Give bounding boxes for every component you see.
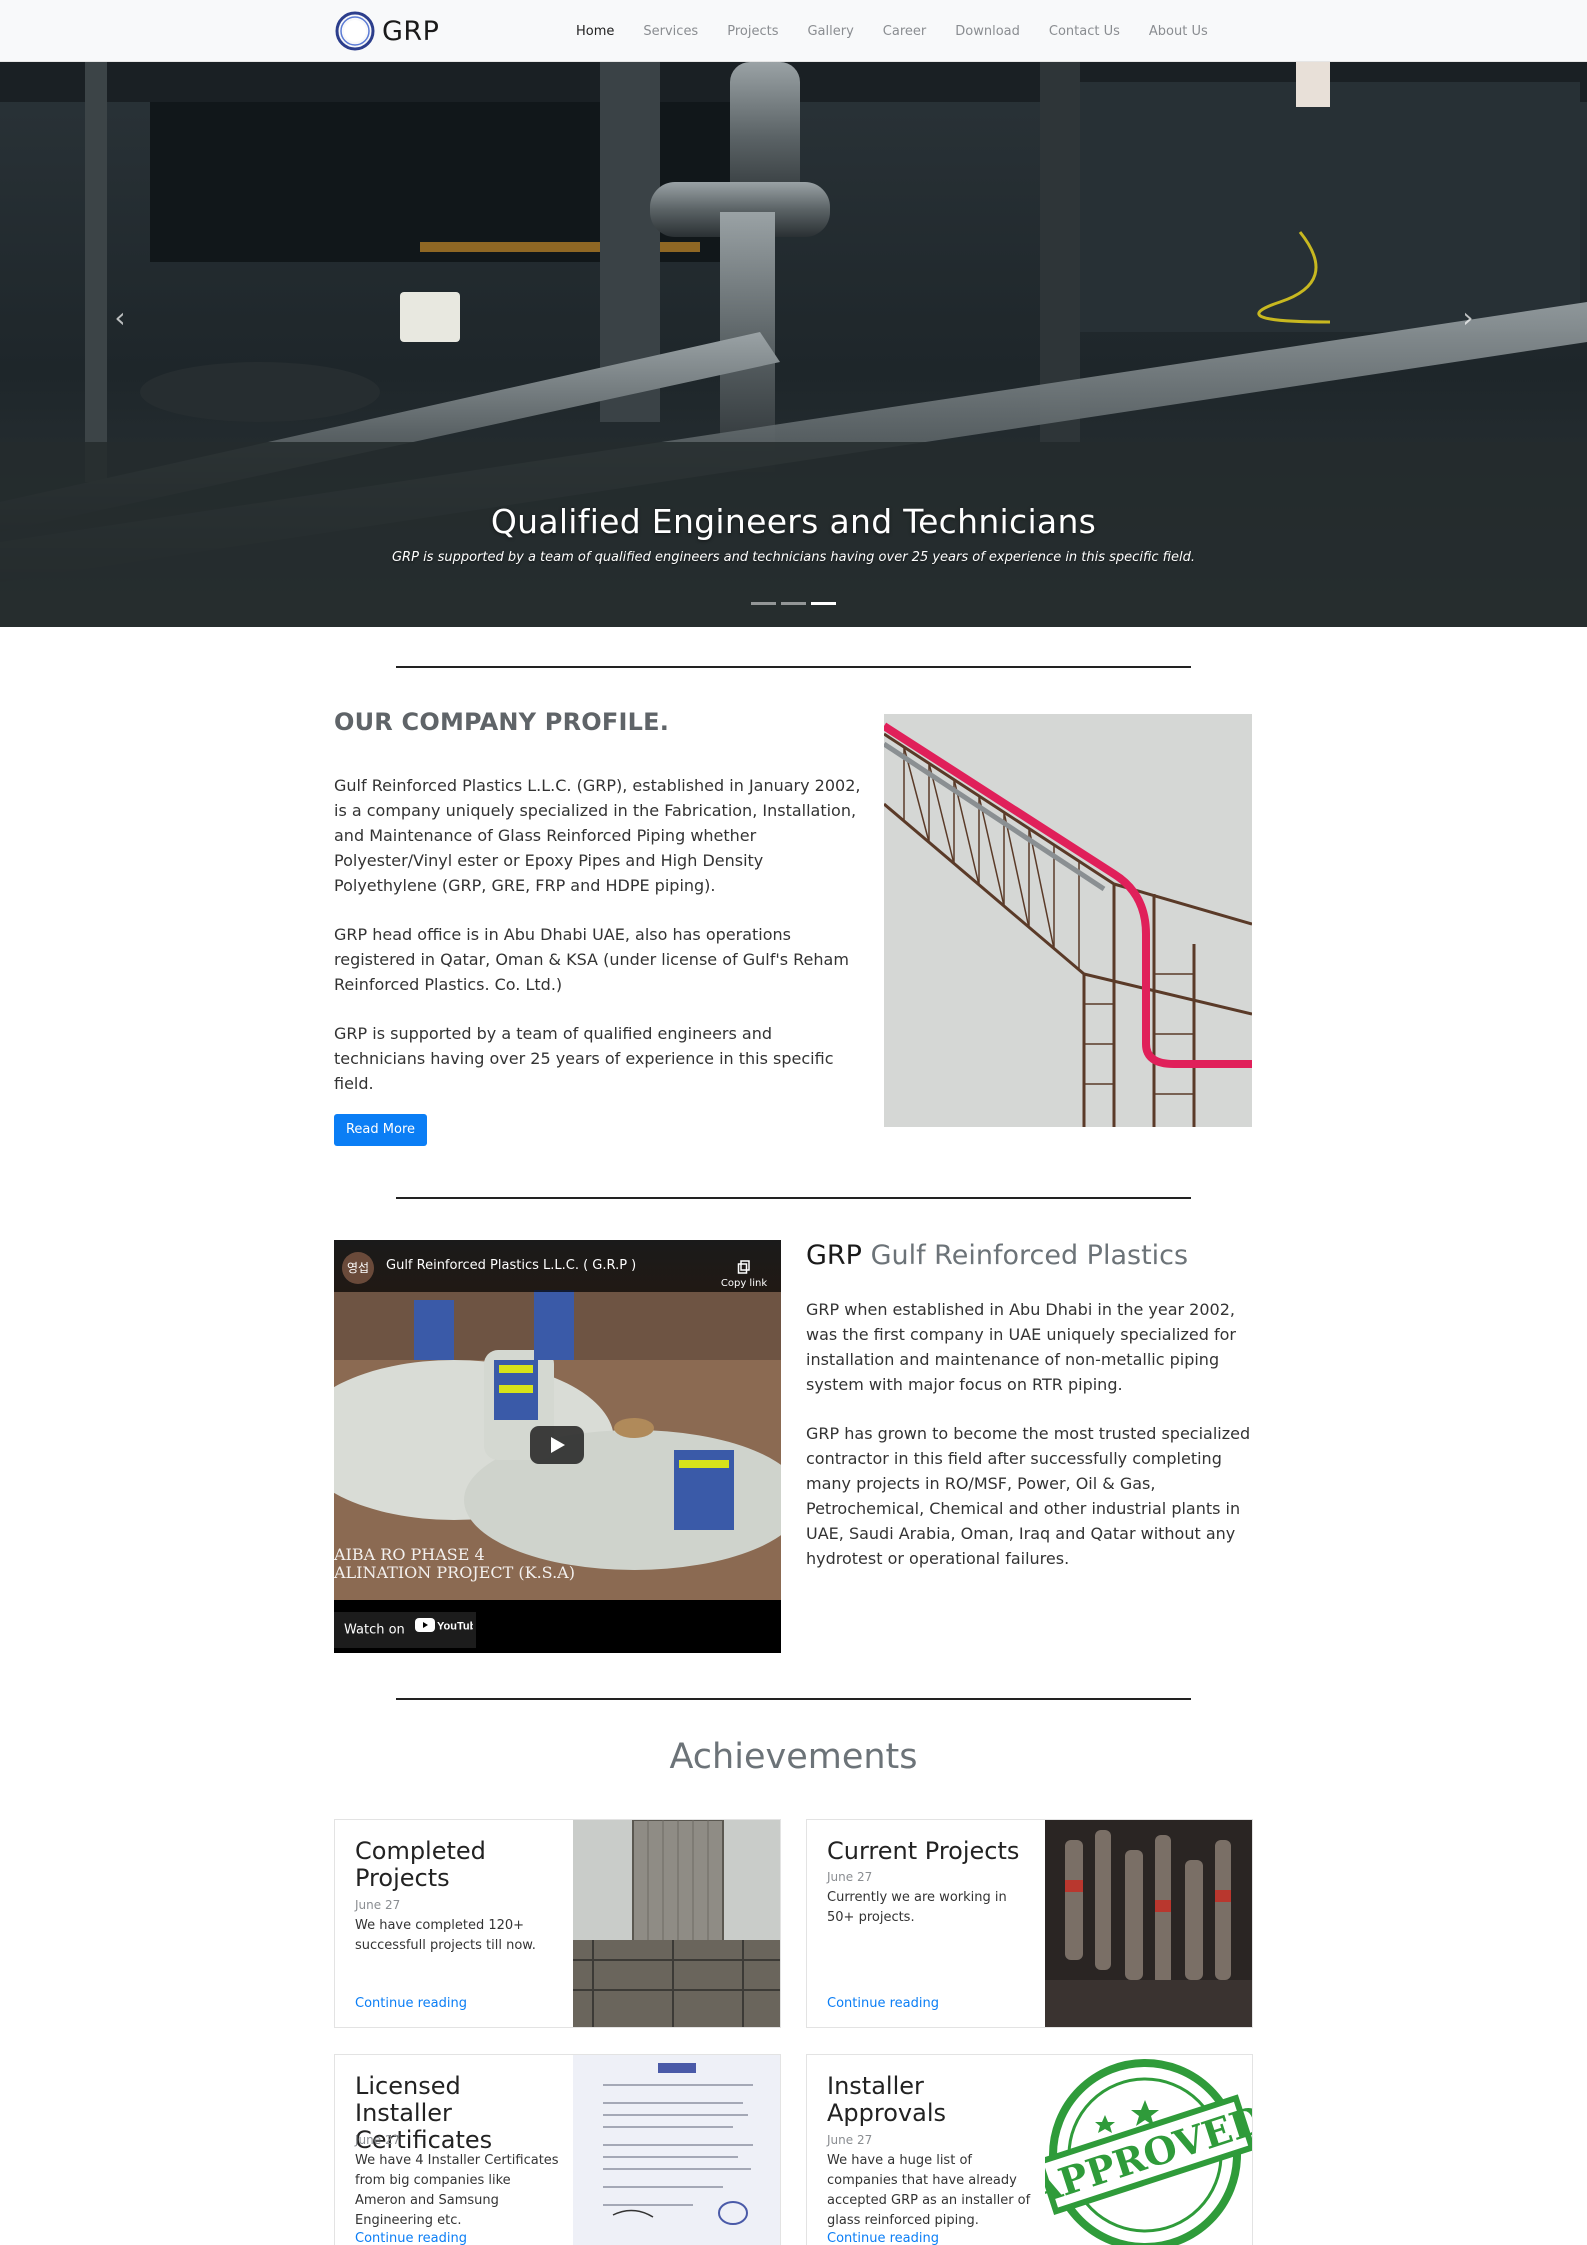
continue-reading-link[interactable]: Continue reading [827, 1996, 939, 2011]
card-date: June 27 [355, 1898, 401, 1912]
profile-heading: OUR COMPANY PROFILE. [334, 708, 670, 736]
card-image [573, 2055, 780, 2245]
card-text: Currently we are working in 50+ projects… [827, 1890, 1007, 1925]
profile-paragraph: GRP is supported by a team of qualified … [334, 1024, 834, 1093]
play-button[interactable] [530, 1426, 584, 1464]
hero-caption: GRP is supported by a team of qualified … [391, 550, 1196, 565]
about-text: GRP when established in Abu Dhabi in the… [806, 1297, 1252, 1595]
continue-reading-link[interactable]: Continue reading [355, 1996, 467, 2011]
about-heading: GRP Gulf Reinforced Plastics [806, 1240, 1188, 1271]
copy-link-label: Copy link [720, 1278, 768, 1289]
achievements-heading: Achievements [669, 1737, 918, 1777]
achievement-card-certificates: Licensed Installer Certificates June 27 … [334, 2054, 781, 2245]
card-text: We have completed 120+ successfull proje… [355, 1918, 536, 1953]
overlay-line: ALINATION PROJECT (K.S.A) [334, 1563, 575, 1582]
hero-background-image [0, 62, 1587, 627]
nav-career[interactable]: Career [883, 24, 926, 39]
section-divider [396, 666, 1191, 668]
continue-reading-link[interactable]: Continue reading [355, 2231, 467, 2245]
channel-avatar[interactable]: 영섭 [342, 1252, 374, 1284]
youtube-video-embed[interactable]: 영섭 Gulf Reinforced Plastics L.L.C. ( G.R… [334, 1240, 781, 1653]
card-image [1045, 1820, 1252, 2027]
profile-paragraph: Gulf Reinforced Plastics L.L.C. (GRP), e… [334, 776, 861, 895]
carousel-next-button[interactable]: › [1448, 298, 1488, 338]
nav-home[interactable]: Home [576, 24, 614, 39]
achievement-card-current: Current Projects June 27 Currently we ar… [806, 1819, 1253, 2028]
profile-pipe-image [884, 714, 1252, 1127]
copy-icon [737, 1260, 750, 1274]
nav-about-us[interactable]: About Us [1149, 24, 1208, 39]
watch-on-youtube-button[interactable]: Watch on YouTube [334, 1612, 482, 1648]
card-date: June 27 [355, 2133, 401, 2147]
brand-name: GRP [382, 15, 440, 47]
navbar: GRP Home Services Projects Gallery Caree… [0, 0, 1587, 62]
about-paragraph: GRP has grown to become the most trusted… [806, 1424, 1251, 1568]
section-divider [396, 1197, 1191, 1199]
approved-stamp-image: APPROVED [1045, 2055, 1252, 2245]
carousel-indicators [751, 602, 841, 605]
card-title: Current Projects [827, 1837, 1020, 1865]
hero-title: Qualified Engineers and Technicians [490, 502, 1097, 541]
card-date: June 27 [827, 1870, 873, 1884]
brand[interactable]: GRP [334, 9, 439, 53]
card-text: We have a huge list of companies that ha… [827, 2153, 1031, 2228]
video-title[interactable]: Gulf Reinforced Plastics L.L.C. ( G.R.P … [386, 1258, 636, 1273]
carousel-indicator-2[interactable] [781, 602, 806, 605]
about-heading-bold: GRP [806, 1240, 862, 1271]
profile-text: Gulf Reinforced Plastics L.L.C. (GRP), e… [334, 773, 864, 1120]
profile-paragraph: GRP head office is in Abu Dhabi UAE, als… [334, 925, 849, 994]
about-heading-light: Gulf Reinforced Plastics [870, 1240, 1189, 1271]
section-divider [396, 1698, 1191, 1700]
carousel-indicator-1[interactable] [751, 602, 776, 605]
watch-on-label: Watch on [344, 1622, 405, 1638]
nav-contact-us[interactable]: Contact Us [1049, 24, 1120, 39]
video-overlay-text: AIBA RO PHASE 4 ALINATION PROJECT (K.S.A… [334, 1546, 575, 1582]
read-more-button[interactable]: Read More [334, 1114, 427, 1146]
card-title: Completed Projects [355, 1837, 486, 1892]
achievement-card-approvals: Installer Approvals June 27 We have a hu… [806, 2054, 1253, 2245]
youtube-logo-icon: YouTube [414, 1612, 482, 1648]
nav-menu: Home Services Projects Gallery Career Do… [576, 0, 1208, 62]
hero-carousel: ‹ › Qualified Engineers and Technicians … [0, 62, 1587, 627]
nav-services[interactable]: Services [643, 24, 698, 39]
carousel-prev-button[interactable]: ‹ [100, 298, 140, 338]
overlay-line: AIBA RO PHASE 4 [334, 1545, 485, 1564]
nav-download[interactable]: Download [955, 24, 1020, 39]
about-paragraph: GRP when established in Abu Dhabi in the… [806, 1300, 1236, 1394]
card-image [573, 1820, 780, 2027]
grp-logo-icon [334, 10, 376, 52]
card-title: Installer Approvals [827, 2072, 946, 2127]
nav-gallery[interactable]: Gallery [807, 24, 853, 39]
continue-reading-link[interactable]: Continue reading [827, 2231, 939, 2245]
svg-text:YouTube: YouTube [437, 1621, 473, 1633]
carousel-indicator-3[interactable] [811, 602, 836, 605]
nav-projects[interactable]: Projects [727, 24, 778, 39]
card-text: We have 4 Installer Certificates from bi… [355, 2153, 559, 2228]
copy-link-button[interactable]: Copy link [716, 1260, 772, 1289]
card-date: June 27 [827, 2133, 873, 2147]
achievement-card-completed: Completed Projects June 27 We have compl… [334, 1819, 781, 2028]
